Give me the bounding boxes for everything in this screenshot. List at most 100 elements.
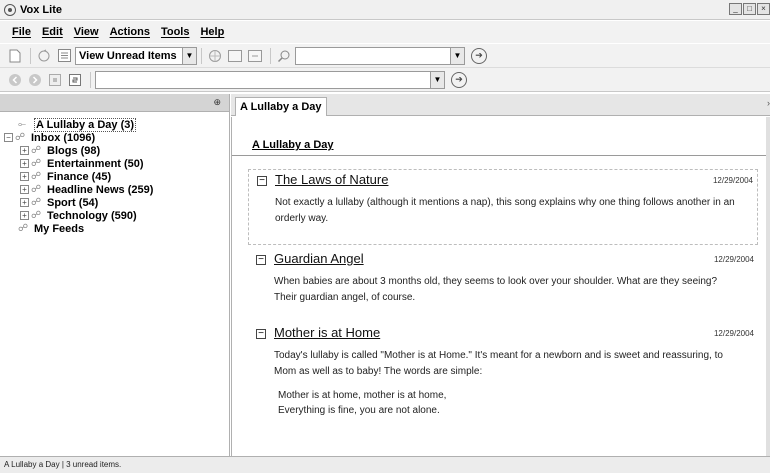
new-document-icon[interactable] [6,47,24,65]
feed-tree: ⟜ A Lullaby a Day (3) − ☍ Inbox (1096) +… [0,112,229,235]
back-icon[interactable] [6,71,24,89]
collapse-icon[interactable]: − [256,255,266,265]
quote-line: Everything is fine, you are not alone. [278,405,440,416]
vertical-scrollbar[interactable] [766,117,770,456]
chevron-down-icon[interactable]: ▼ [182,47,196,64]
feed-content: A Lullaby a Day − The Laws of Nature 12/… [231,117,766,456]
collapse-icon[interactable]: − [4,133,13,142]
chevron-down-icon[interactable]: ▼ [450,47,464,64]
news-item-date: 12/29/2004 [713,329,754,338]
feeds-pane: ⊕ ⟜ A Lullaby a Day (3) − ☍ Inbox (1096)… [0,94,230,456]
tree-item-my-feeds[interactable]: ☍ My Feeds [4,222,229,235]
search-icon [275,47,293,65]
menu-actions[interactable]: Actions [110,26,150,38]
mark-unread-icon[interactable] [246,47,264,65]
feed-icon: ☍ [31,145,42,156]
expand-icon[interactable]: + [20,172,29,181]
news-item-body: Not exactly a lullaby (although it menti… [275,197,735,224]
view-filter-select[interactable]: View Unread Items ▼ [75,46,197,65]
toolbar-separator [270,47,271,64]
menu-bar: File Edit View Actions Tools Help [0,21,770,43]
feed-icon: ☍ [31,210,42,221]
tree-item-blogs[interactable]: + ☍ Blogs (98) [4,144,229,157]
menu-help[interactable]: Help [200,26,224,38]
search-go-icon[interactable]: ➔ [471,47,487,64]
window-title: Vox Lite [20,3,62,16]
news-item-title[interactable]: Mother is at Home [274,325,380,340]
pin-icon[interactable]: ⊕ [213,97,221,108]
toolbar-separator [201,47,202,64]
feed-icon: ☍ [31,158,42,169]
news-item-header: − Mother is at Home 12/29/2004 [248,323,758,343]
tree-item-inbox[interactable]: − ☍ Inbox (1096) [4,131,229,144]
tree-item-label: Blogs (98) [47,144,101,157]
quote-line: Mother is at home, mother is at home, [278,390,447,401]
url-go-icon[interactable]: ➔ [451,71,467,88]
news-item-date: 12/29/2004 [712,176,753,185]
feeds-pane-header: ⊕ [0,94,229,112]
chevron-down-icon[interactable]: ▼ [430,71,444,88]
tree-item-sport[interactable]: + ☍ Sport (54) [4,196,229,209]
tree-item-label: Technology (590) [47,209,137,222]
feed-icon: ☍ [31,197,42,208]
tree-item-lullaby[interactable]: ⟜ A Lullaby a Day (3) [4,117,229,132]
forward-icon[interactable] [26,71,44,89]
globe-icon[interactable] [206,47,224,65]
collapse-icon[interactable]: − [257,176,267,186]
expand-icon[interactable]: + [20,211,29,220]
news-item-quote: Mother is at home, mother is at home, Ev… [248,380,758,418]
list-view-icon [55,47,73,65]
mark-read-icon[interactable] [226,47,244,65]
maximize-button[interactable]: □ [743,3,756,15]
news-item-body: Today's lullaby is called "Mother is at … [274,350,723,377]
feed-icon: ☍ [31,171,42,182]
tree-item-label: Headline News (259) [47,183,154,196]
tree-item-label: My Feeds [34,222,85,235]
news-item-header: − The Laws of Nature 12/29/2004 [249,170,757,190]
tree-item-technology[interactable]: + ☍ Technology (590) [4,209,229,222]
window-controls: _ □ × [729,3,770,15]
tree-item-label: Sport (54) [47,196,99,209]
menu-view[interactable]: View [74,26,99,38]
menu-edit[interactable]: Edit [42,26,63,38]
feed-icon: ☍ [31,184,42,195]
tree-item-label: Entertainment (50) [47,157,144,170]
tab-lullaby[interactable]: A Lullaby a Day [235,97,327,116]
expand-icon[interactable]: + [20,198,29,207]
tree-item-label: Finance (45) [47,170,112,183]
news-item-title[interactable]: The Laws of Nature [275,172,388,187]
menu-file[interactable]: File [12,26,31,38]
toolbar-separator [90,71,91,88]
tree-item-finance[interactable]: + ☍ Finance (45) [4,170,229,183]
tree-item-entertainment[interactable]: + ☍ Entertainment (50) [4,157,229,170]
toolbar-separator [30,47,31,64]
search-input[interactable]: ▼ [295,46,465,65]
expand-icon[interactable]: + [20,146,29,155]
reading-pane: A Lullaby a Day › A Lullaby a Day − The … [231,94,770,456]
app-icon [4,3,16,16]
news-item[interactable]: − The Laws of Nature 12/29/2004 Not exac… [248,169,758,245]
refresh-icon[interactable] [35,47,53,65]
expand-icon[interactable]: + [20,159,29,168]
collapse-icon[interactable]: − [256,329,266,339]
news-item-header: − Guardian Angel 12/29/2004 [248,249,758,269]
minimize-button[interactable]: _ [729,3,742,15]
stop-icon[interactable] [46,71,64,89]
main-toolbar: View Unread Items ▼ ▼ ➔ [0,44,770,68]
tree-item-label: Inbox (1096) [31,131,96,144]
feed-icon: ☍ [15,132,26,143]
news-item[interactable]: − Guardian Angel 12/29/2004 When babies … [248,249,758,317]
news-item[interactable]: − Mother is at Home 12/29/2004 Today's l… [248,323,758,453]
title-bar: Vox Lite _ □ × [0,0,770,20]
home-icon[interactable] [66,71,84,89]
close-button[interactable]: × [757,3,770,15]
news-item-title[interactable]: Guardian Angel [274,251,364,266]
feed-icon: ⟜ [18,119,26,130]
expand-icon[interactable]: + [20,185,29,194]
feed-title-link[interactable]: A Lullaby a Day [252,139,334,151]
url-input[interactable]: ▼ [95,70,445,89]
menu-tools[interactable]: Tools [161,26,190,38]
navigation-toolbar: ▼ ➔ [0,68,770,92]
tree-item-headline-news[interactable]: + ☍ Headline News (259) [4,183,229,196]
tree-item-label: A Lullaby a Day (3) [34,117,137,132]
